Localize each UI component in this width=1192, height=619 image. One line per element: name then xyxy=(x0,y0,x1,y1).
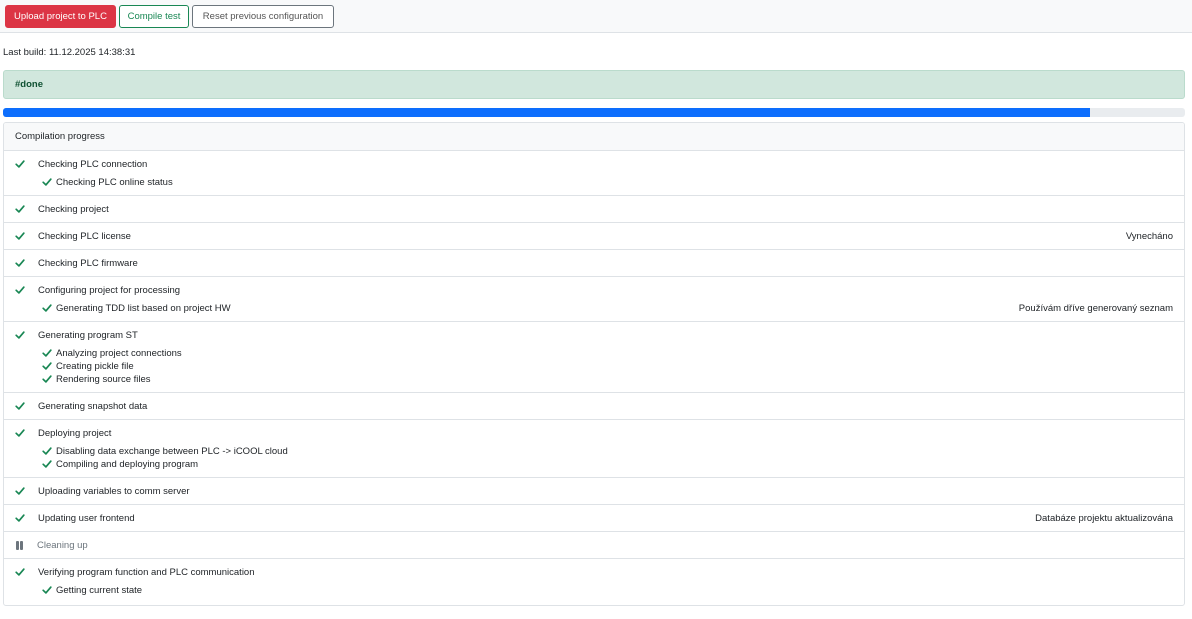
step-item: Checking PLC connection Checking PLC onli… xyxy=(4,151,1184,196)
substep-row: Checking PLC online status xyxy=(4,176,1184,189)
check-icon xyxy=(42,446,52,456)
step-label: Uploading variables to comm server xyxy=(38,486,190,497)
check-icon xyxy=(42,374,52,384)
step-item: Generating snapshot data xyxy=(4,393,1184,420)
step-label: Verifying program function and PLC commu… xyxy=(38,567,255,578)
step-label: Checking PLC license xyxy=(38,231,131,242)
substep-label: Disabling data exchange between PLC -> i… xyxy=(56,446,288,457)
substep-label: Compiling and deploying program xyxy=(56,459,199,470)
step-item: Deploying project Disabling data exchange… xyxy=(4,420,1184,478)
step-row: Generating program ST xyxy=(4,329,1184,342)
step-row: Checking PLC license Vynecháno xyxy=(4,230,1184,243)
check-icon xyxy=(15,401,25,411)
upload-project-button[interactable]: Upload project to PLC xyxy=(5,5,116,28)
check-icon xyxy=(15,159,25,169)
step-label: Checking PLC connection xyxy=(38,159,148,170)
check-icon xyxy=(15,486,25,496)
step-label: Configuring project for processing xyxy=(38,285,181,296)
step-row: Deploying project xyxy=(4,427,1184,440)
check-icon xyxy=(42,303,52,313)
substep-row: Generating TDD list based on project HW P… xyxy=(4,302,1184,315)
step-item: Cleaning up xyxy=(4,532,1184,559)
substep-row: Disabling data exchange between PLC -> i… xyxy=(4,445,1184,458)
step-label: Checking PLC firmware xyxy=(38,258,138,269)
status-alert: #done xyxy=(3,70,1185,99)
toolbar: Upload project to PLC Compile test Reset… xyxy=(0,0,1192,33)
check-icon xyxy=(15,231,25,241)
check-icon xyxy=(42,177,52,187)
step-row: Generating snapshot data xyxy=(4,400,1184,413)
substep-label: Checking PLC online status xyxy=(56,177,173,188)
substep-row: Getting current state xyxy=(4,584,1184,597)
panel-title: Compilation progress xyxy=(4,123,1184,151)
check-icon xyxy=(15,428,25,438)
step-item: Verifying program function and PLC commu… xyxy=(4,559,1184,604)
substep-row: Analyzing project connections xyxy=(4,347,1184,360)
check-icon xyxy=(15,330,25,340)
check-icon xyxy=(42,459,52,469)
step-row: Cleaning up xyxy=(4,539,1184,552)
check-icon xyxy=(42,348,52,358)
substep-label: Rendering source files xyxy=(56,374,151,385)
step-row: Checking PLC connection xyxy=(4,158,1184,171)
substep-note: Používám dříve generovaný seznam xyxy=(1018,303,1173,314)
step-label: Cleaning up xyxy=(37,540,88,551)
reset-configuration-button[interactable]: Reset previous configuration xyxy=(192,5,334,28)
substep-row: Creating pickle file xyxy=(4,360,1184,373)
step-item: Generating program ST Analyzing project c… xyxy=(4,322,1184,393)
step-item: Checking project xyxy=(4,196,1184,223)
step-row: Verifying program function and PLC commu… xyxy=(4,566,1184,579)
progress-track xyxy=(3,108,1185,117)
step-row: Uploading variables to comm server xyxy=(4,485,1184,498)
step-row: Configuring project for processing xyxy=(4,284,1184,297)
check-icon xyxy=(42,585,52,595)
check-icon xyxy=(15,258,25,268)
step-item: Updating user frontend Databáze projektu … xyxy=(4,505,1184,532)
compilation-progress-panel: Compilation progress Checking PLC connec… xyxy=(3,122,1185,606)
step-item: Uploading variables to comm server xyxy=(4,478,1184,505)
last-build-text: Last build: 11.12.2025 14:38:31 xyxy=(3,47,136,58)
step-row: Checking PLC firmware xyxy=(4,257,1184,270)
substep-row: Compiling and deploying program xyxy=(4,458,1184,471)
step-row: Updating user frontend Databáze projektu … xyxy=(4,512,1184,525)
check-icon xyxy=(42,361,52,371)
check-icon xyxy=(15,513,25,523)
pause-icon xyxy=(16,541,24,550)
step-label: Generating snapshot data xyxy=(38,401,148,412)
substep-label: Generating TDD list based on project HW xyxy=(56,303,231,314)
progress-bar xyxy=(3,108,1091,117)
substep-row: Rendering source files xyxy=(4,373,1184,386)
check-icon xyxy=(15,567,25,577)
step-label: Generating program ST xyxy=(38,330,138,341)
substep-label: Getting current state xyxy=(56,585,143,596)
step-note: Vynecháno xyxy=(1125,231,1173,242)
step-label: Deploying project xyxy=(38,428,112,439)
substep-label: Creating pickle file xyxy=(56,361,134,372)
substep-label: Analyzing project connections xyxy=(56,348,182,359)
step-note: Databáze projektu aktualizována xyxy=(1035,513,1173,524)
step-row: Checking project xyxy=(4,203,1184,216)
step-item: Checking PLC firmware xyxy=(4,250,1184,277)
compile-test-button[interactable]: Compile test xyxy=(119,5,189,28)
check-icon xyxy=(15,204,25,214)
check-icon xyxy=(15,285,25,295)
step-label: Checking project xyxy=(38,204,109,215)
step-label: Updating user frontend xyxy=(38,513,135,524)
step-item: Checking PLC license Vynecháno xyxy=(4,223,1184,250)
step-item: Configuring project for processing Genera… xyxy=(4,277,1184,322)
